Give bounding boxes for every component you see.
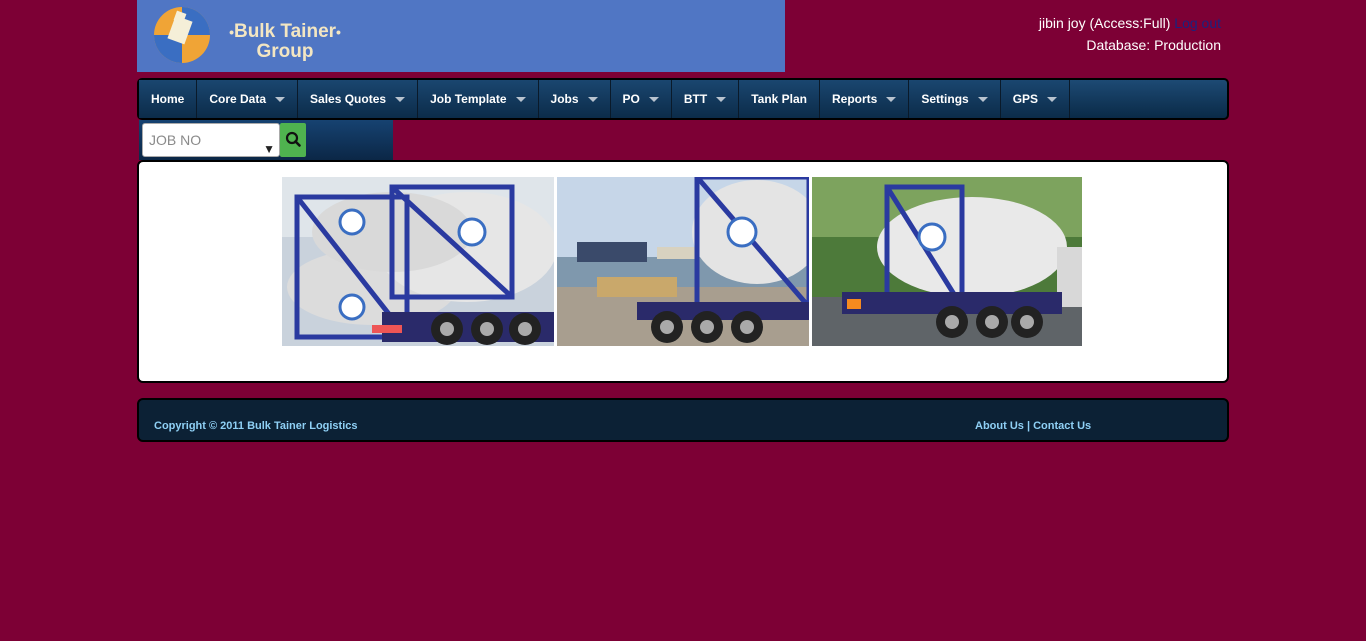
globe-logo-icon bbox=[154, 7, 210, 63]
nav-item-job-template[interactable]: Job Template bbox=[418, 80, 539, 118]
brand-line2: Group bbox=[256, 41, 314, 62]
search-type-select[interactable]: JOB NO ▼ bbox=[142, 123, 280, 157]
nav-item-label: BTT bbox=[683, 92, 708, 106]
footer: Copyright © 2011 Bulk Tainer Logistics A… bbox=[137, 398, 1229, 442]
caret-down-icon bbox=[275, 96, 286, 102]
nav-item-home[interactable]: Home bbox=[139, 80, 198, 118]
footer-links: About Us | Contact Us bbox=[975, 420, 1091, 432]
nav-items: Home Core Data Sales Quotes Job Template Job… bbox=[139, 80, 1227, 118]
tank-container-photo-3 bbox=[812, 177, 1082, 346]
caret-down-icon bbox=[515, 96, 526, 102]
search-select-value: JOB NO bbox=[149, 132, 202, 148]
copyright-text: Copyright © 2011 Bulk Tainer Logistics bbox=[154, 420, 358, 432]
brand-line1: Bulk Tainer bbox=[233, 21, 337, 42]
nav-item-label: Settings bbox=[921, 92, 969, 106]
nav-item-core-data[interactable]: Core Data bbox=[197, 80, 299, 118]
tank-container-photo-2 bbox=[557, 177, 809, 346]
nav-item-po[interactable]: PO bbox=[610, 80, 672, 118]
nav-item-tank-plan[interactable]: Tank Plan bbox=[739, 80, 821, 118]
nav-item-label: Core Data bbox=[209, 92, 267, 106]
nav-item-label: Home bbox=[151, 92, 185, 106]
brand-logo-text: •Bulk Tainer• Group bbox=[217, 22, 353, 62]
about-us-link[interactable]: About Us bbox=[975, 420, 1024, 432]
nav-item-jobs[interactable]: Jobs bbox=[538, 80, 611, 118]
nav-item-sales-quotes[interactable]: Sales Quotes bbox=[298, 80, 419, 118]
caret-down-icon bbox=[395, 96, 406, 102]
nav-item-reports[interactable]: Reports bbox=[820, 80, 910, 118]
search-icon bbox=[285, 131, 301, 147]
database-label: Database: Production bbox=[1086, 37, 1221, 53]
nav-item-label: Sales Quotes bbox=[310, 92, 387, 106]
nav-item-btt[interactable]: BTT bbox=[671, 80, 740, 118]
search-button[interactable] bbox=[280, 123, 306, 157]
nav-item-gps[interactable]: GPS bbox=[1000, 80, 1071, 118]
logout-link[interactable]: Log out bbox=[1174, 15, 1221, 31]
nav-item-label: PO bbox=[622, 92, 640, 106]
header-banner: •Bulk Tainer• Group bbox=[137, 0, 785, 72]
user-name-access: jibin joy (Access:Full) bbox=[1038, 15, 1171, 31]
nav-item-label: GPS bbox=[1012, 92, 1039, 106]
caret-down-icon bbox=[587, 96, 598, 102]
nav-item-settings[interactable]: Settings bbox=[909, 80, 1001, 118]
main-navbar: Home Core Data Sales Quotes Job Template Job… bbox=[137, 78, 1229, 120]
caret-down-icon bbox=[648, 96, 659, 102]
caret-down-icon bbox=[716, 96, 727, 102]
footer-separator: | bbox=[1026, 420, 1031, 432]
caret-down-icon bbox=[886, 96, 897, 102]
nav-item-label: Tank Plan bbox=[751, 92, 808, 106]
content-panel bbox=[137, 160, 1229, 383]
nav-item-label: Jobs bbox=[550, 92, 579, 106]
brand-dot-right: • bbox=[336, 24, 341, 40]
nav-item-label: Job Template bbox=[430, 92, 507, 106]
user-info: jibin joy (Access:Full) Log out Database… bbox=[1039, 12, 1221, 56]
caret-down-icon bbox=[1047, 96, 1058, 102]
search-box: JOB NO ▼ bbox=[139, 120, 393, 160]
contact-us-link[interactable]: Contact Us bbox=[1033, 420, 1091, 432]
tank-container-photo-1 bbox=[282, 177, 554, 346]
caret-down-icon bbox=[977, 96, 988, 102]
nav-item-label: Reports bbox=[832, 92, 878, 106]
